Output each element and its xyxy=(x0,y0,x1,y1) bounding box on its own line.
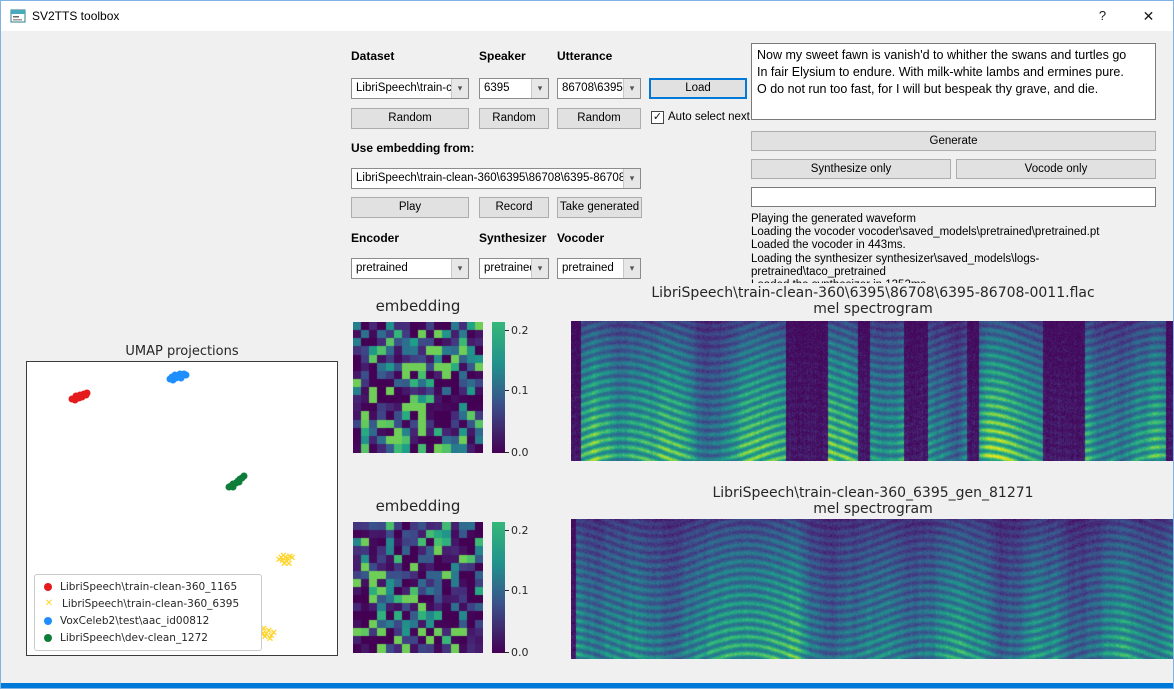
scatter-point xyxy=(229,483,236,490)
random-speaker-button[interactable]: Random xyxy=(479,108,549,129)
dataset-combobox[interactable]: LibriSpeech\train-cle ▾ xyxy=(351,78,469,99)
spectrogram-subtitle-1: mel spectrogram xyxy=(571,301,1174,317)
scatter-point xyxy=(241,473,248,480)
generate-button[interactable]: Generate xyxy=(751,131,1156,151)
scatter-point xyxy=(73,393,80,400)
titlebar: SV2TTS toolbox ? ✕ xyxy=(1,1,1173,31)
random-dataset-button[interactable]: Random xyxy=(351,108,469,129)
legend-label: VoxCeleb2\test\aac_id00812 xyxy=(60,615,209,627)
legend-marker-icon xyxy=(44,583,52,591)
utterance-label: Utterance xyxy=(557,49,612,63)
legend-label: LibriSpeech\dev-clean_1272 xyxy=(60,632,208,644)
legend-row: LibriSpeech\train-clean-360_1165 xyxy=(41,581,255,593)
vocoder-label: Vocoder xyxy=(557,231,604,245)
synthesizer-combobox[interactable]: pretrained ▾ xyxy=(479,258,549,279)
spectrogram-title-2: LibriSpeech\train-clean-360_6395_gen_812… xyxy=(571,485,1174,501)
legend-row: LibriSpeech\dev-clean_1272 xyxy=(41,632,255,644)
umap-legend: LibriSpeech\train-clean-360_1165 ✕ Libri… xyxy=(34,574,262,651)
scatter-point: ✕ xyxy=(281,560,289,569)
embedding-combobox-value: LibriSpeech\train-clean-360\6395\86708\6… xyxy=(352,169,640,188)
embedding-title-1: embedding xyxy=(353,297,483,315)
help-button[interactable]: ? xyxy=(1080,1,1125,31)
embedding-title-2: embedding xyxy=(353,497,483,515)
embedding-heatmap-1 xyxy=(353,322,483,453)
chevron-down-icon: ▾ xyxy=(531,79,548,98)
take-generated-button[interactable]: Take generated xyxy=(557,197,642,218)
legend-label: LibriSpeech\train-clean-360_1165 xyxy=(60,581,237,593)
app-icon xyxy=(10,8,26,24)
encoder-combobox[interactable]: pretrained ▾ xyxy=(351,258,469,279)
app-window: SV2TTS toolbox ? ✕ Dataset Speaker Utter… xyxy=(0,0,1174,689)
scatter-point: ✕ xyxy=(266,635,274,644)
log-output: Playing the generated waveform Loading t… xyxy=(751,213,1171,283)
colorbar-1 xyxy=(492,322,505,453)
chevron-down-icon: ▾ xyxy=(451,259,468,278)
speaker-label: Speaker xyxy=(479,49,526,63)
chevron-down-icon: ▾ xyxy=(531,259,548,278)
colorbar-tick-label: 0.0 xyxy=(511,646,529,659)
spectrogram-canvas-1 xyxy=(571,321,1174,461)
record-button[interactable]: Record xyxy=(479,197,549,218)
utterance-combobox[interactable]: 86708\6395 ▾ xyxy=(557,78,641,99)
play-button[interactable]: Play xyxy=(351,197,469,218)
legend-marker-icon xyxy=(44,617,52,625)
chevron-down-icon: ▾ xyxy=(623,259,640,278)
auto-select-checkbox[interactable]: ✓ xyxy=(651,111,664,124)
window-border-bottom xyxy=(1,683,1173,688)
colorbar-tick-label: 0.2 xyxy=(511,524,529,537)
legend-row: ✕ LibriSpeech\train-clean-360_6395 xyxy=(41,598,255,610)
embedding-heatmap-2 xyxy=(353,522,483,653)
synthesizer-label: Synthesizer xyxy=(479,231,546,245)
scatter-point xyxy=(236,479,243,486)
umap-plot-area: LibriSpeech\train-clean-360_1165 ✕ Libri… xyxy=(26,361,338,656)
vocode-only-button[interactable]: Vocode only xyxy=(956,159,1156,179)
legend-label: LibriSpeech\train-clean-360_6395 xyxy=(62,598,239,610)
prompt-textarea[interactable]: Now my sweet fawn is vanish'd to whither… xyxy=(751,43,1156,120)
embedding-from-label: Use embedding from: xyxy=(351,141,474,155)
vocoder-combobox[interactable]: pretrained ▾ xyxy=(557,258,641,279)
window-title: SV2TTS toolbox xyxy=(32,9,119,23)
colorbar-tick-label: 0.1 xyxy=(511,584,529,597)
umap-title: UMAP projections xyxy=(26,344,338,359)
chevron-down-icon: ▾ xyxy=(623,79,640,98)
scatter-point xyxy=(82,391,89,398)
embedding-combobox[interactable]: LibriSpeech\train-clean-360\6395\86708\6… xyxy=(351,168,641,189)
speaker-combobox[interactable]: 6395 ▾ xyxy=(479,78,549,99)
spectrogram-title-1: LibriSpeech\train-clean-360\6395\86708\6… xyxy=(571,285,1174,301)
scatter-point xyxy=(170,376,177,383)
colorbar-tick-label: 0.1 xyxy=(511,384,529,397)
chevron-down-icon: ▾ xyxy=(623,169,640,188)
scatter-point xyxy=(183,371,190,378)
dataset-label: Dataset xyxy=(351,49,394,63)
colorbar-tick-label: 0.2 xyxy=(511,324,529,337)
legend-marker-icon: ✕ xyxy=(44,599,54,609)
synthesize-only-button[interactable]: Synthesize only xyxy=(751,159,951,179)
colorbar-tick-label: 0.0 xyxy=(511,446,529,459)
encoder-label: Encoder xyxy=(351,231,399,245)
spectrogram-subtitle-2: mel spectrogram xyxy=(571,501,1174,517)
chevron-down-icon: ▾ xyxy=(451,79,468,98)
legend-row: VoxCeleb2\test\aac_id00812 xyxy=(41,615,255,627)
progress-field xyxy=(751,187,1156,207)
close-icon[interactable]: ✕ xyxy=(1126,1,1171,31)
colorbar-2 xyxy=(492,522,505,653)
auto-select-label[interactable]: Auto select next xyxy=(668,111,750,123)
load-button[interactable]: Load xyxy=(649,78,747,99)
legend-marker-icon xyxy=(44,634,52,642)
random-utterance-button[interactable]: Random xyxy=(557,108,641,129)
spectrogram-canvas-2 xyxy=(571,519,1174,659)
